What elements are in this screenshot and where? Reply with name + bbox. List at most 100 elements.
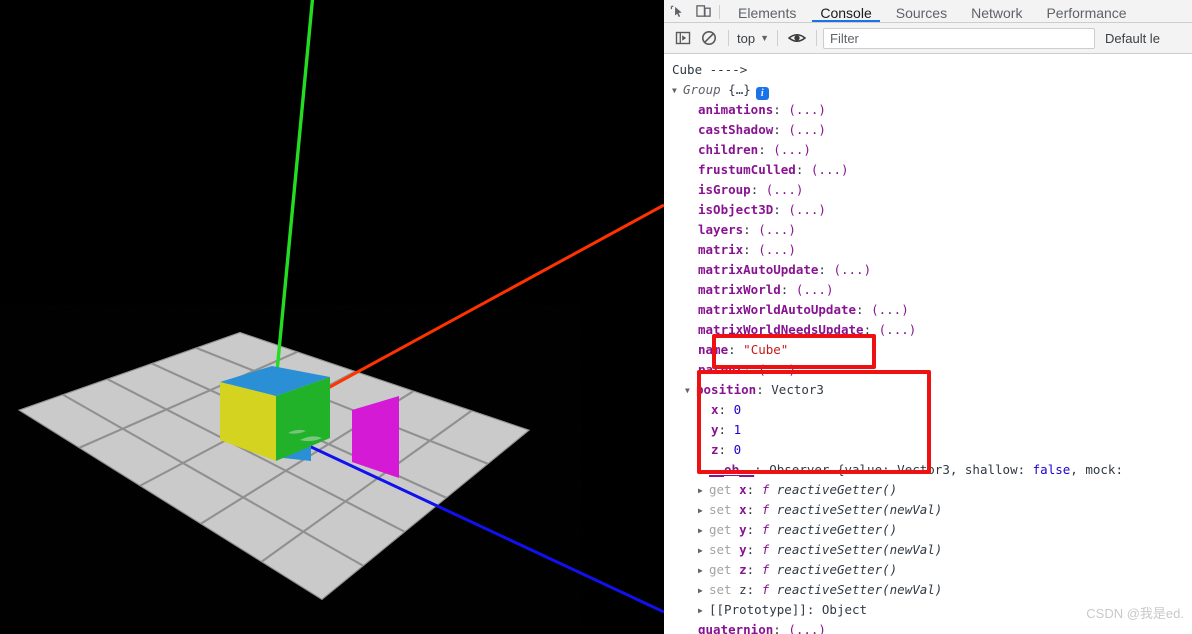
console-token: (...) xyxy=(878,322,917,337)
console-line[interactable]: get y: f reactiveGetter() xyxy=(698,520,897,540)
tab-console[interactable]: Console xyxy=(808,0,883,22)
console-token: : xyxy=(746,502,762,517)
console-token: f xyxy=(761,522,777,537)
toolbar-divider-2 xyxy=(777,30,778,46)
console-line[interactable]: frustumCulled: (...) xyxy=(698,160,849,180)
console-token: (...) xyxy=(758,242,796,257)
console-line[interactable]: children: (...) xyxy=(698,140,811,160)
console-line[interactable]: get x: f reactiveGetter() xyxy=(698,480,897,500)
console-token: (...) xyxy=(788,122,826,137)
console-token: (...) xyxy=(788,202,826,217)
console-line[interactable]: matrixWorldAutoUpdate: (...) xyxy=(698,300,909,320)
devtools-panel: Elements Console Sources Network Perform… xyxy=(664,0,1192,634)
execution-context-label: top xyxy=(737,30,756,46)
console-token: reactiveSetter(newVal) xyxy=(776,502,943,517)
console-token: y xyxy=(739,542,747,557)
console-line[interactable]: animations: (...) xyxy=(698,100,826,120)
console-token: , shallow: xyxy=(949,462,1033,477)
console-line[interactable]: set x: f reactiveSetter(newVal) xyxy=(698,500,942,520)
tab-network[interactable]: Network xyxy=(959,0,1034,22)
console-token: (...) xyxy=(871,302,909,317)
console-line[interactable]: matrixAutoUpdate: (...) xyxy=(698,260,871,280)
console-toolbar: top ▼ Default le xyxy=(664,23,1192,54)
console-token: : xyxy=(758,142,774,157)
console-token: : xyxy=(780,282,796,297)
info-icon[interactable]: i xyxy=(755,87,769,100)
console-output[interactable]: Cube ---->Group {…}ianimations: (...)cas… xyxy=(664,54,1192,634)
console-line[interactable]: set z: f reactiveSetter(newVal) xyxy=(698,580,942,600)
console-token: f xyxy=(761,562,777,577)
live-expression-eye-icon[interactable] xyxy=(784,26,810,50)
console-line[interactable]: matrixWorld: (...) xyxy=(698,280,834,300)
console-line[interactable]: layers: (...) xyxy=(698,220,796,240)
console-token: [[Prototype]] xyxy=(709,602,807,617)
console-token: {…} xyxy=(720,82,751,97)
tab-performance[interactable]: Performance xyxy=(1034,0,1138,22)
clear-console-icon[interactable] xyxy=(696,26,722,50)
console-token: : xyxy=(795,162,811,177)
console-line[interactable]: isGroup: (...) xyxy=(698,180,803,200)
console-token: reactiveSetter(newVal) xyxy=(776,542,943,557)
chevron-right-icon[interactable] xyxy=(698,541,709,561)
console-token: z xyxy=(739,582,747,597)
console-filter-input[interactable] xyxy=(823,27,1095,49)
log-level-select[interactable]: Default le xyxy=(1105,31,1160,46)
console-token: : xyxy=(746,522,762,537)
console-token: isGroup xyxy=(698,182,751,197)
console-line[interactable]: matrix: (...) xyxy=(698,240,796,260)
console-token: : xyxy=(746,582,762,597)
console-line[interactable]: Group {…} i xyxy=(672,80,769,100)
console-token: : xyxy=(743,242,759,257)
console-token: f xyxy=(761,582,777,597)
console-token: : xyxy=(773,122,789,137)
console-token: (...) xyxy=(788,622,826,634)
chevron-down-icon[interactable] xyxy=(672,81,683,101)
three-js-viewport[interactable] xyxy=(0,0,664,634)
console-line[interactable]: quaternion: (...) xyxy=(698,620,826,634)
console-token: get xyxy=(709,562,740,577)
console-token: z xyxy=(739,562,747,577)
console-sidebar-icon[interactable] xyxy=(670,26,696,50)
console-line[interactable]: castShadow: (...) xyxy=(698,120,826,140)
console-token: Object xyxy=(821,602,868,617)
chevron-down-icon: ▼ xyxy=(760,33,769,43)
chevron-right-icon[interactable] xyxy=(698,481,709,501)
csdn-watermark: CSDN @我是ed. xyxy=(1086,606,1184,621)
console-token: castShadow xyxy=(698,122,774,137)
console-token: : xyxy=(818,262,834,277)
console-token: , mock: xyxy=(1070,462,1123,477)
tab-elements[interactable]: Elements xyxy=(726,0,808,22)
console-token: reactiveGetter() xyxy=(776,482,898,497)
console-token: : xyxy=(773,102,789,117)
cursor-inspect-icon[interactable] xyxy=(664,0,690,22)
console-token: : xyxy=(746,542,762,557)
console-token: : xyxy=(750,182,766,197)
tab-sources[interactable]: Sources xyxy=(884,0,959,22)
device-toolbar-icon[interactable] xyxy=(690,0,716,22)
console-line[interactable]: get z: f reactiveGetter() xyxy=(698,560,897,580)
console-token: children xyxy=(698,142,759,157)
chevron-right-icon[interactable] xyxy=(698,521,709,541)
console-token: : xyxy=(806,602,822,617)
chevron-right-icon[interactable] xyxy=(698,581,709,601)
execution-context-select[interactable]: top ▼ xyxy=(735,31,771,46)
console-token: get xyxy=(709,482,740,497)
console-token: reactiveSetter(newVal) xyxy=(776,582,943,597)
chevron-right-icon[interactable] xyxy=(698,601,709,621)
console-line[interactable]: set y: f reactiveSetter(newVal) xyxy=(698,540,942,560)
console-line[interactable]: isObject3D: (...) xyxy=(698,200,826,220)
console-token: (...) xyxy=(773,142,811,157)
console-token: : xyxy=(773,202,789,217)
console-line[interactable]: [[Prototype]]: Object xyxy=(698,600,867,620)
console-token: x xyxy=(739,482,747,497)
console-token: matrixWorld xyxy=(698,282,781,297)
console-token: set xyxy=(709,502,740,517)
console-token: (...) xyxy=(765,182,804,197)
console-token: (...) xyxy=(795,282,834,297)
console-token: f xyxy=(761,502,777,517)
console-line[interactable]: Cube ----> xyxy=(672,60,747,80)
devtools-tabbar: Elements Console Sources Network Perform… xyxy=(664,0,1192,23)
chevron-down-icon[interactable] xyxy=(685,381,696,401)
chevron-right-icon[interactable] xyxy=(698,561,709,581)
chevron-right-icon[interactable] xyxy=(698,501,709,521)
